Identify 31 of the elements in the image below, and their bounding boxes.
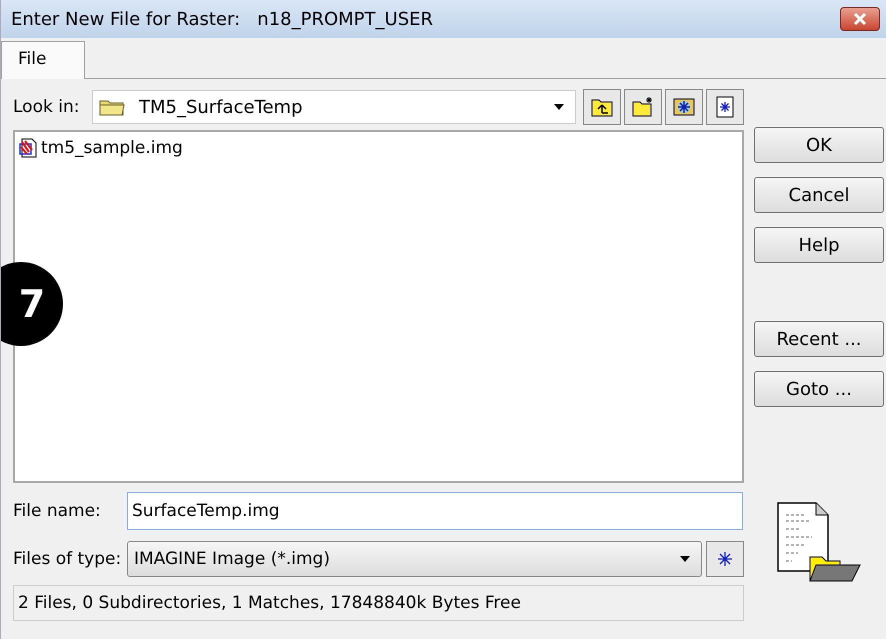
caret-icon bbox=[553, 103, 565, 111]
new-folder-button[interactable] bbox=[624, 89, 662, 125]
star-image-button[interactable] bbox=[665, 89, 703, 125]
raster-file-icon bbox=[19, 138, 39, 158]
file-name-label: File name: bbox=[13, 501, 102, 521]
dialog-button[interactable]: Recent ... bbox=[754, 321, 884, 357]
dialog-button[interactable]: Cancel bbox=[754, 177, 884, 213]
star-document-button[interactable] bbox=[706, 89, 744, 125]
folder-icon bbox=[99, 98, 125, 116]
document-folder-icon bbox=[776, 501, 862, 583]
star-button[interactable] bbox=[706, 541, 744, 577]
dialog-button[interactable]: OK bbox=[754, 127, 884, 163]
status-bar: 2 Files, 0 Subdirectories, 1 Matches, 17848840k Bytes Free bbox=[13, 585, 744, 621]
look-in-label: Look in: bbox=[13, 97, 80, 117]
dialog-button[interactable]: Help bbox=[754, 227, 884, 263]
asterisk-icon bbox=[717, 551, 733, 567]
look-in-dropdown[interactable]: TM5_SurfaceTemp bbox=[92, 90, 576, 124]
file-name-field[interactable]: SurfaceTemp.img bbox=[127, 492, 743, 530]
file-tab[interactable]: File bbox=[1, 41, 85, 79]
star-document-icon bbox=[715, 96, 735, 118]
close-icon bbox=[853, 13, 867, 25]
file-type-label: Files of type: bbox=[13, 549, 122, 569]
new-folder-icon bbox=[631, 96, 655, 118]
star-image-icon bbox=[672, 96, 696, 118]
file-type-dropdown[interactable]: IMAGINE Image (*.img) bbox=[127, 541, 702, 577]
up-folder-button[interactable] bbox=[583, 89, 621, 125]
caret-icon bbox=[679, 555, 691, 563]
close-button[interactable] bbox=[840, 7, 880, 31]
window-title: Enter New File for Raster: n18_PROMPT_USER bbox=[11, 8, 433, 30]
dialog-button[interactable]: Goto ... bbox=[754, 371, 884, 407]
file-item[interactable]: tm5_sample.img bbox=[17, 138, 185, 158]
